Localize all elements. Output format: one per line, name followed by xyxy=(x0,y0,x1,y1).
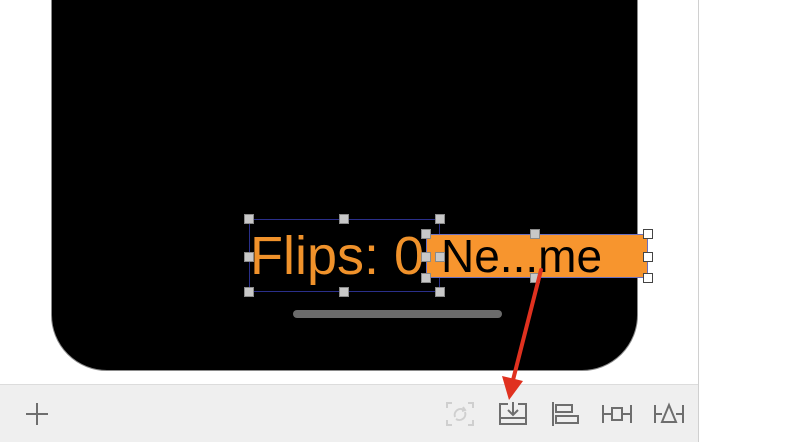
resize-handle[interactable] xyxy=(421,229,431,239)
resize-handle[interactable] xyxy=(244,287,254,297)
inspector-panel xyxy=(699,0,792,442)
resize-handle[interactable] xyxy=(421,252,431,262)
update-frames-icon xyxy=(446,402,474,426)
name-label[interactable]: Ne...me xyxy=(426,234,648,278)
align-icon xyxy=(552,402,579,426)
canvas: Flips: 0 Ne...me xyxy=(0,0,698,384)
resize-handle[interactable] xyxy=(339,287,349,297)
resize-handle[interactable] xyxy=(421,273,431,283)
add-constraints-icon xyxy=(602,405,632,423)
device-screen[interactable] xyxy=(51,0,638,371)
resize-handle[interactable] xyxy=(643,273,653,283)
add-icon xyxy=(26,403,48,425)
update-frames-button[interactable] xyxy=(444,399,476,429)
add-constraints-button[interactable] xyxy=(601,399,633,429)
resize-handle[interactable] xyxy=(530,229,540,239)
home-indicator xyxy=(293,310,502,318)
resize-handle[interactable] xyxy=(435,252,445,262)
resize-handle[interactable] xyxy=(244,214,254,224)
resolve-issues-button[interactable] xyxy=(653,399,685,429)
resize-handle[interactable] xyxy=(530,273,540,283)
canvas-toolbar xyxy=(0,384,698,442)
resize-handle[interactable] xyxy=(339,214,349,224)
resolve-issues-icon xyxy=(654,402,684,423)
resize-handle[interactable] xyxy=(435,287,445,297)
resize-handle[interactable] xyxy=(643,229,653,239)
add-button[interactable] xyxy=(21,399,53,429)
align-button[interactable] xyxy=(550,399,582,429)
resize-handle[interactable] xyxy=(643,252,653,262)
flips-label[interactable]: Flips: 0 xyxy=(249,219,440,292)
resize-handle[interactable] xyxy=(435,214,445,224)
resize-handle[interactable] xyxy=(244,252,254,262)
embed-in-button[interactable] xyxy=(497,399,529,429)
embed-in-icon xyxy=(499,402,527,425)
